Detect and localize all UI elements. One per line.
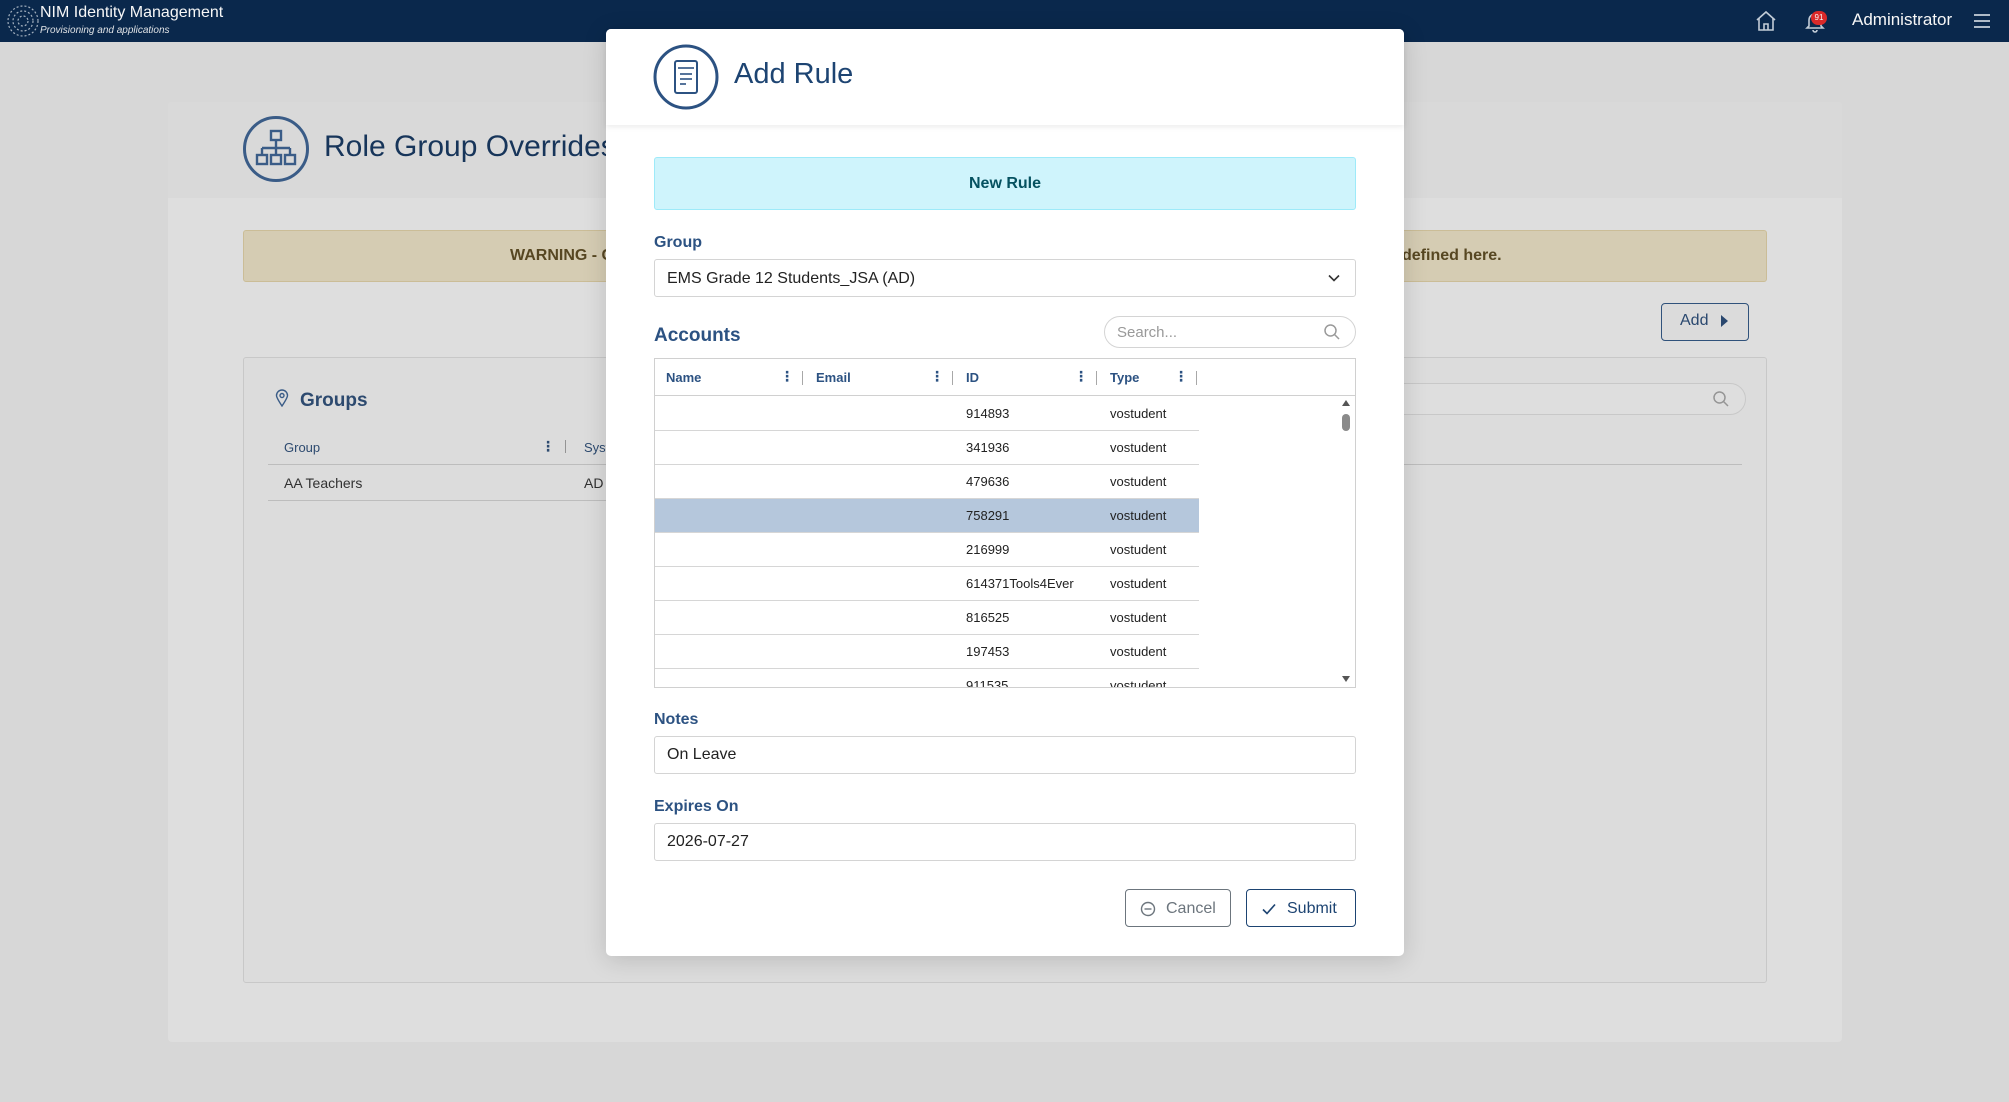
column-header-id[interactable]: ID	[966, 370, 979, 385]
new-rule-banner: New Rule	[654, 157, 1356, 210]
accounts-search-input[interactable]	[1104, 316, 1356, 348]
scroll-up-icon[interactable]	[1342, 400, 1350, 406]
modal-header	[606, 29, 1404, 125]
column-header-email[interactable]: Email	[816, 370, 851, 385]
id-cell: 614371Tools4Ever	[966, 576, 1074, 591]
type-cell: vostudent	[1110, 474, 1167, 489]
type-cell: vostudent	[1110, 610, 1167, 625]
submit-button[interactable]: Submit	[1246, 889, 1356, 927]
column-menu-icon[interactable]: ⋮	[1174, 368, 1188, 385]
column-divider[interactable]	[802, 371, 803, 385]
id-cell: 914893	[966, 406, 1010, 421]
modal-title: Add Rule	[734, 58, 854, 90]
column-menu-icon[interactable]: ⋮	[1074, 368, 1088, 385]
table-row[interactable]: 197453 vostudent	[655, 635, 1199, 669]
table-row[interactable]: 479636 vostudent	[655, 465, 1199, 499]
type-cell: vostudent	[1110, 406, 1167, 421]
type-cell: vostudent	[1110, 576, 1167, 591]
id-cell: 911535	[966, 678, 1009, 687]
check-icon	[1262, 903, 1276, 915]
chevron-down-icon[interactable]	[1327, 271, 1341, 285]
type-cell: vostudent	[1110, 644, 1167, 659]
search-icon[interactable]	[1323, 323, 1341, 341]
table-row[interactable]: 914893 vostudent	[655, 397, 1199, 431]
cancel-button[interactable]: Cancel	[1125, 889, 1231, 927]
column-header-name[interactable]: Name	[666, 370, 701, 385]
id-cell: 758291	[966, 508, 1010, 523]
type-cell: vostudent	[1110, 440, 1167, 455]
expires-label: Expires On	[654, 798, 739, 815]
column-header-type[interactable]: Type	[1110, 370, 1139, 385]
accounts-label: Accounts	[654, 325, 741, 346]
column-menu-icon[interactable]: ⋮	[780, 368, 794, 385]
table-row[interactable]: 816525 vostudent	[655, 601, 1199, 635]
table-row-selected[interactable]: 758291 vostudent	[655, 499, 1199, 533]
notes-label: Notes	[654, 711, 699, 728]
id-cell: 216999	[966, 542, 1010, 557]
cancel-button-label: Cancel	[1166, 900, 1216, 917]
column-divider[interactable]	[952, 371, 953, 385]
id-cell: 341936	[966, 440, 1010, 455]
column-divider[interactable]	[1096, 371, 1097, 385]
accounts-grid: Name ⋮ Email ⋮ ID ⋮ Type ⋮ 914893 vostud…	[654, 358, 1356, 688]
accounts-grid-body: 914893 vostudent 341936 vostudent 479636…	[655, 397, 1355, 687]
accounts-scrollbar[interactable]	[1339, 397, 1353, 687]
notes-input[interactable]	[654, 736, 1356, 774]
type-cell: vostudent	[1110, 508, 1167, 523]
group-select[interactable]: EMS Grade 12 Students_JSA (AD)	[654, 259, 1356, 297]
scroll-down-icon[interactable]	[1342, 676, 1350, 682]
table-row[interactable]: 341936 vostudent	[655, 431, 1199, 465]
expires-date-input[interactable]	[654, 823, 1356, 861]
column-menu-icon[interactable]: ⋮	[930, 368, 944, 385]
table-row[interactable]: 911535 vostudent	[655, 669, 1199, 687]
column-divider[interactable]	[1196, 371, 1197, 385]
id-cell: 479636	[966, 474, 1010, 489]
minus-circle-icon	[1140, 901, 1156, 917]
scrollbar-thumb[interactable]	[1342, 414, 1350, 431]
group-label: Group	[654, 234, 702, 251]
table-row[interactable]: 216999 vostudent	[655, 533, 1199, 567]
accounts-grid-header: Name ⋮ Email ⋮ ID ⋮ Type ⋮	[655, 359, 1355, 396]
document-icon	[653, 44, 719, 110]
table-row[interactable]: 614371Tools4Ever vostudent	[655, 567, 1199, 601]
submit-button-label: Submit	[1287, 900, 1337, 917]
type-cell: vostudent	[1110, 678, 1167, 687]
type-cell: vostudent	[1110, 542, 1167, 557]
id-cell: 197453	[966, 644, 1010, 659]
id-cell: 816525	[966, 610, 1010, 625]
